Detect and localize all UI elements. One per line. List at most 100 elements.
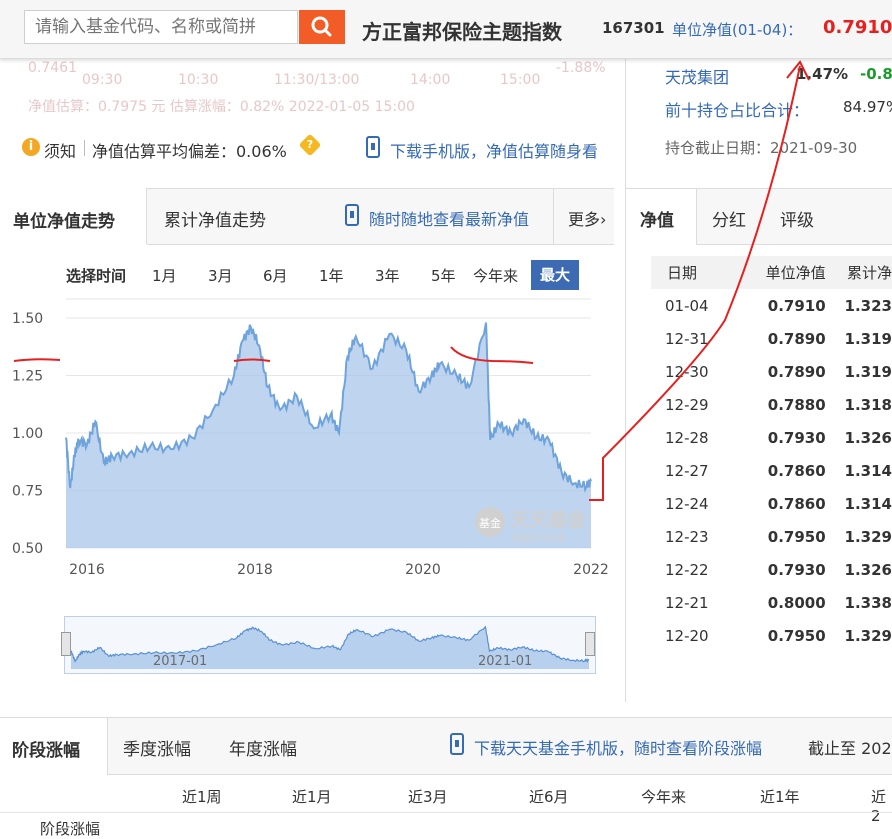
tab-stage-return[interactable]: 阶段涨幅	[0, 718, 108, 775]
nav-cumulative-value: 1.338	[844, 593, 892, 612]
nav-cumulative-value: 1.319	[844, 329, 892, 348]
nav-unit-value: 0.7950	[767, 527, 826, 546]
download-app-link[interactable]: 下载手机版，净值估算随身看	[390, 138, 598, 162]
holding-weight: 1.47%	[796, 65, 849, 83]
tab-year-return[interactable]: 年度涨幅	[229, 735, 297, 760]
table-row: 12-27 0.7860 1.314	[651, 454, 892, 487]
divider	[84, 140, 85, 156]
nav-chart[interactable]: 0.50 0.75 1.00 1.25 1.50 2016 2018 2020 2022 基金…	[0, 290, 614, 590]
notice-label[interactable]: 须知	[44, 138, 76, 162]
search-icon	[311, 16, 332, 37]
top10-label-link[interactable]: 前十持仓占比合计：	[665, 97, 809, 121]
tab-nav-label: 净值	[640, 211, 674, 231]
more-link[interactable]: 更多›	[568, 206, 606, 230]
col-cumulative-nav: 累计净	[846, 264, 892, 282]
nav-cumulative-value: 1.319	[844, 362, 892, 381]
nav-cumulative-value: 1.318	[844, 395, 892, 414]
tab-rating[interactable]: 评级	[780, 206, 814, 231]
nav-date: 12-20	[665, 626, 709, 645]
watermark-badge: 基金	[479, 516, 501, 530]
nav-unit-value: 0.7860	[767, 494, 826, 513]
divider	[553, 189, 554, 244]
table-row: 12-31 0.7890 1.319	[651, 322, 892, 355]
table-row: 12-23 0.7950 1.329	[651, 520, 892, 553]
faded-value: 0.7461	[28, 60, 77, 76]
navigator-right-handle[interactable]	[585, 632, 595, 656]
nav-table: 日期 单位净值 累计净 01-04 0.7910 1.323 12-31 0.7890 1…	[651, 256, 892, 652]
faded-time: 10:30	[178, 72, 219, 88]
tab-quarter-return[interactable]: 季度涨幅	[123, 735, 191, 760]
top10-value: 84.97%	[843, 98, 892, 116]
perf-col-1m: 近1月	[292, 788, 332, 806]
table-row: 01-04 0.7910 1.323	[651, 289, 892, 322]
nav-unit-value: 0.7950	[767, 626, 826, 645]
nav-date: 12-22	[665, 560, 709, 579]
table-row: 12-28 0.7930 1.326	[651, 421, 892, 454]
nav-date: 12-31	[665, 329, 709, 348]
tab-unit-nav-label: 单位净值走势	[13, 212, 115, 232]
download-perf-link[interactable]: 下载天天基金手机版，随时查看阶段涨幅	[474, 735, 762, 759]
time-option-max[interactable]: 最大	[531, 260, 579, 290]
navigator-left-handle[interactable]	[61, 632, 71, 656]
watermark-subtitle: 链接您与财富	[512, 532, 566, 544]
time-option-1y[interactable]: 1年	[319, 265, 344, 286]
question-icon[interactable]: ?	[298, 133, 322, 157]
nav-cumulative-value: 1.326	[844, 560, 892, 579]
perf-col-6m: 近6月	[529, 788, 569, 806]
fund-name: 方正富邦保险主题指数	[362, 20, 562, 44]
time-option-ytd[interactable]: 今年来	[473, 265, 518, 286]
fund-code: 167301	[602, 19, 665, 37]
perf-col-3m: 近3月	[408, 788, 448, 806]
y-axis: 0.50 0.75 1.00 1.25 1.50	[12, 311, 43, 557]
nav-date: 12-23	[665, 527, 709, 546]
y-tick-label: 1.50	[12, 311, 43, 327]
tab-cumulative-nav[interactable]: 累计净值走势	[164, 206, 266, 231]
holding-change: -0.89	[860, 65, 892, 83]
range-navigator[interactable]: 2017-01 2021-01	[61, 616, 596, 674]
table-header-row: 日期 单位净值 累计净	[651, 256, 892, 289]
nav-date: 12-29	[665, 395, 709, 414]
col-date: 日期	[667, 264, 698, 282]
search-input[interactable]	[24, 10, 298, 44]
time-option-6m[interactable]: 6月	[263, 265, 288, 286]
navigator-left-label: 2017-01	[153, 654, 207, 669]
nav-date: 12-27	[665, 461, 709, 480]
perf-col-2y: 近2	[871, 788, 887, 825]
nav-unit-value: 0.7880	[767, 395, 826, 414]
nav-unit-value: 0.7860	[767, 461, 826, 480]
divider	[625, 58, 626, 188]
nav-cumulative-value: 1.314	[844, 494, 892, 513]
perf-as-of: 截止至 202	[808, 739, 892, 758]
time-option-3m[interactable]: 3月	[208, 265, 233, 286]
nav-unit-value: 0.7890	[767, 362, 826, 381]
holding-stock-link[interactable]: 天茂集团	[665, 64, 729, 88]
estimate-text: 净值估算：0.7975 元 估算涨幅：0.82% 2022-01-05 15:0…	[28, 99, 415, 115]
time-option-1m[interactable]: 1月	[152, 265, 177, 286]
perf-col-ytd: 今年来	[641, 788, 687, 806]
time-select-label: 选择时间	[66, 267, 127, 285]
tab-dividend[interactable]: 分红	[712, 206, 746, 231]
nav-unit-value: 0.7930	[767, 560, 826, 579]
table-row: 12-20 0.7950 1.329	[651, 619, 892, 652]
faded-time: 15:00	[500, 72, 541, 88]
time-option-3y[interactable]: 3年	[375, 265, 400, 286]
tab-nav[interactable]: 净值	[626, 189, 697, 245]
y-tick-label: 0.50	[12, 541, 43, 557]
table-row: 12-24 0.7860 1.314	[651, 487, 892, 520]
y-tick-label: 0.75	[12, 484, 43, 500]
nav-label: 单位净值(01-04)：	[672, 21, 803, 39]
perf-col-1w: 近1周	[182, 788, 222, 806]
phone-icon	[345, 204, 359, 226]
nav-date: 01-04	[665, 296, 709, 315]
mobile-nav-link[interactable]: 随时随地查看最新净值	[369, 206, 529, 230]
estimate-deviation: 净值估算平均偏差：0.06%	[92, 142, 287, 161]
info-icon: i	[22, 138, 40, 156]
y-tick-label: 1.00	[12, 426, 43, 442]
table-row: 12-30 0.7890 1.319	[651, 355, 892, 388]
faded-time: 09:30	[82, 72, 123, 88]
time-option-5y[interactable]: 5年	[431, 265, 456, 286]
tab-unit-nav[interactable]: 单位净值走势	[0, 188, 147, 244]
search-button[interactable]	[299, 10, 345, 44]
navigator-chart: 2017-01 2021-01	[70, 625, 590, 669]
y-tick-label: 1.25	[12, 369, 43, 385]
